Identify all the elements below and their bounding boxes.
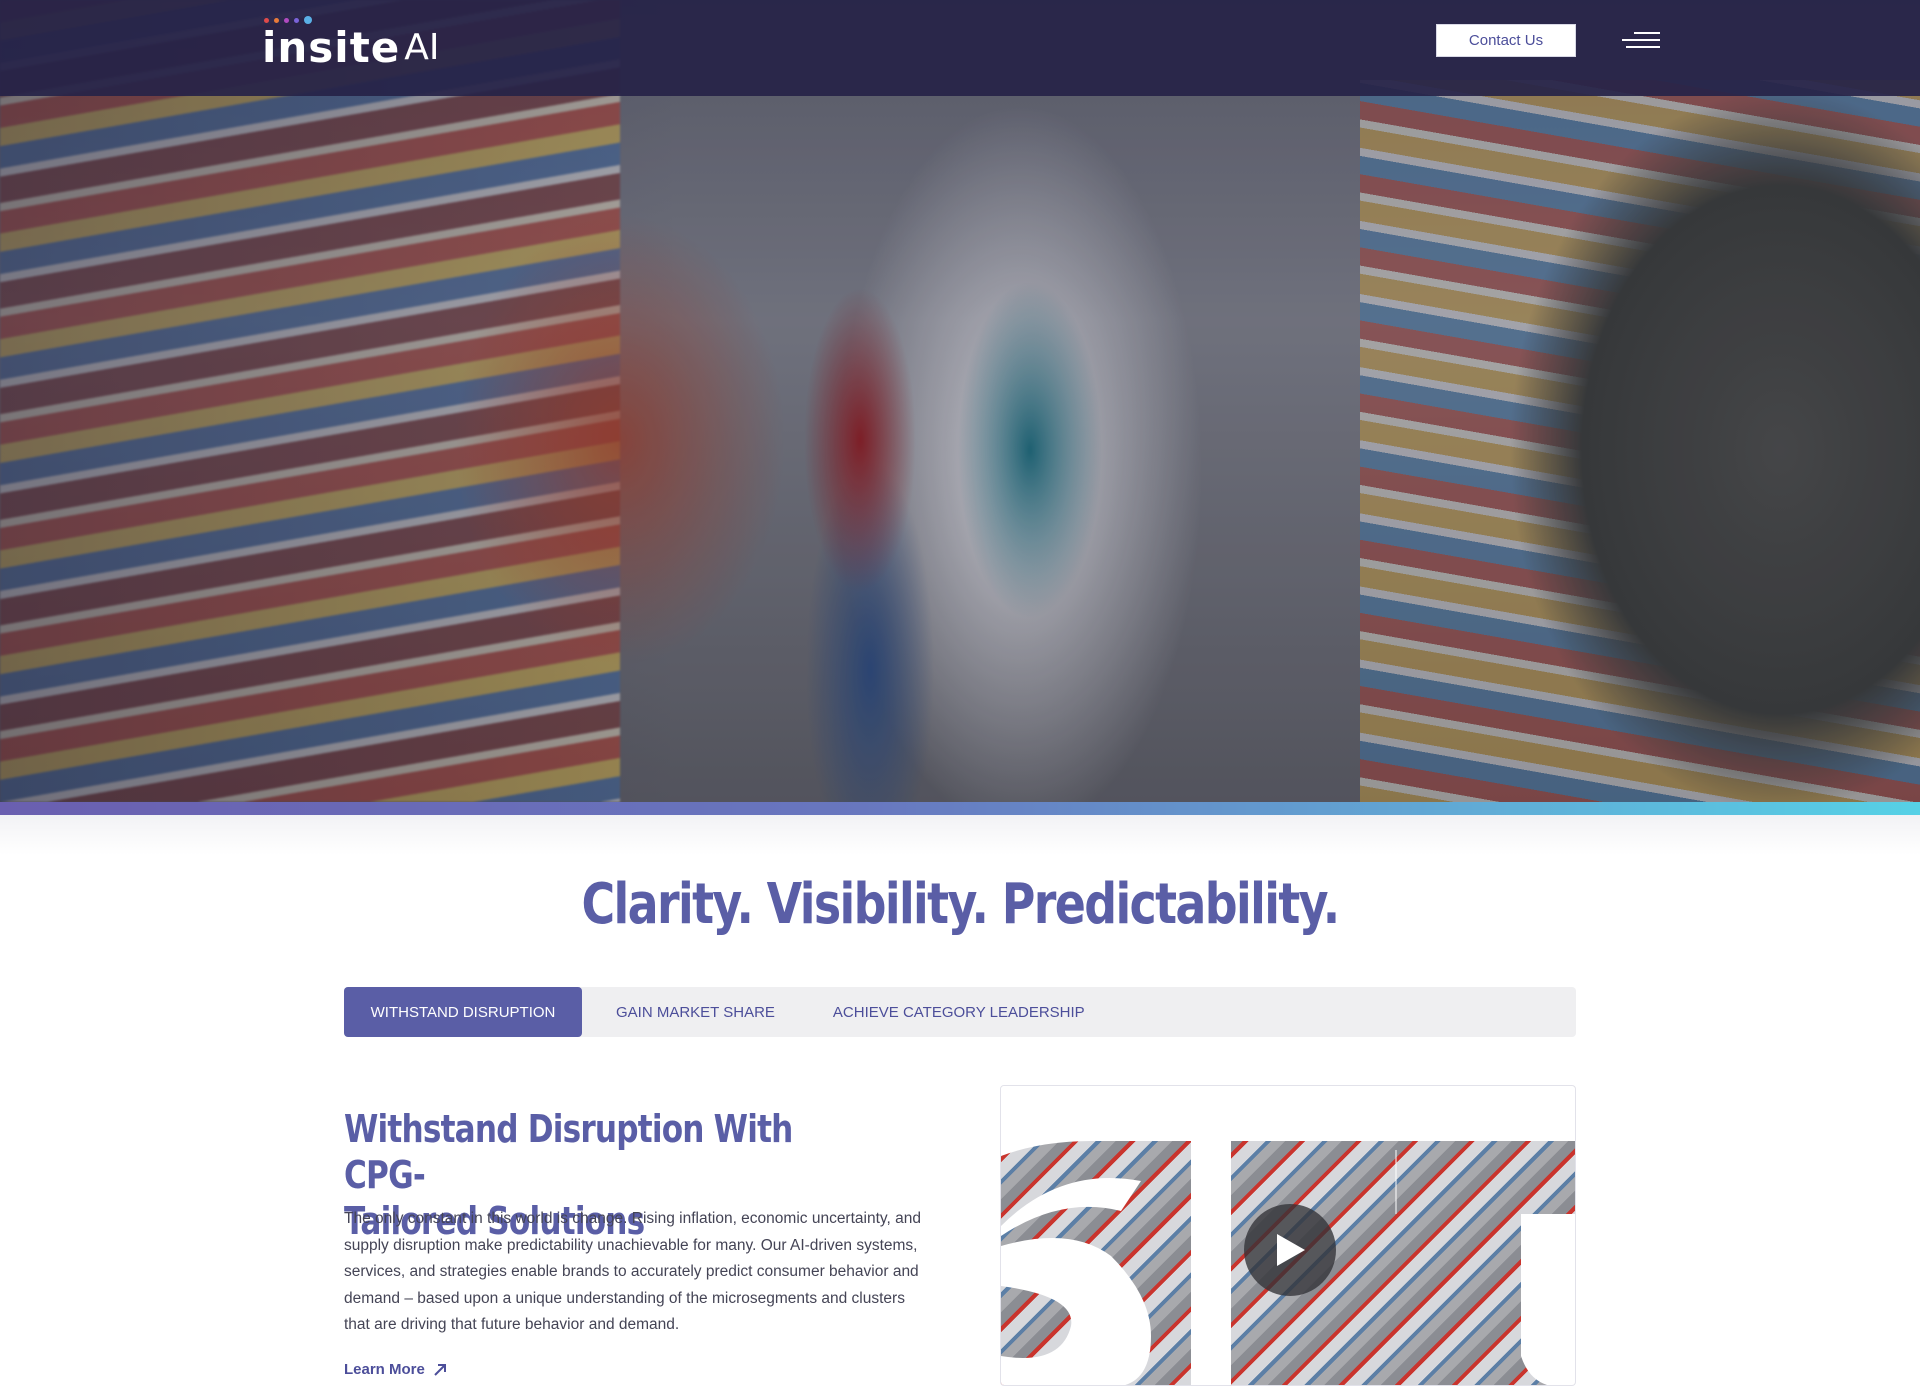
logo-wordmark: insite	[262, 23, 401, 72]
tab-gain-market-share[interactable]: GAIN MARKET SHARE	[592, 987, 799, 1037]
play-button[interactable]	[1244, 1204, 1336, 1296]
gradient-divider	[0, 802, 1920, 815]
video-card[interactable]	[1000, 1085, 1576, 1386]
insiteai-logo[interactable]: insite AI	[262, 16, 440, 72]
arrow-up-right-icon	[434, 1363, 446, 1376]
section-body: The only constant in this world is chang…	[344, 1210, 921, 1333]
learn-more-label: Learn More	[344, 1361, 425, 1378]
learn-more-link[interactable]: Learn More	[344, 1361, 447, 1378]
solution-tabs: WITHSTAND DISRUPTION GAIN MARKET SHARE A…	[344, 987, 1576, 1037]
contact-us-button[interactable]: Contact Us	[1436, 24, 1576, 57]
hamburger-menu-icon[interactable]	[1622, 30, 1660, 50]
page-headline: Clarity. Visibility. Predictability.	[581, 872, 1340, 937]
top-navigation: insite AI Contact Us	[0, 0, 1920, 96]
play-icon	[1277, 1234, 1305, 1266]
hero-image	[0, 0, 1920, 802]
logo-dots	[264, 16, 312, 24]
logo-suffix: AI	[404, 27, 440, 68]
tab-withstand-disruption[interactable]: WITHSTAND DISRUPTION	[344, 987, 582, 1037]
tab-achieve-category-leadership[interactable]: ACHIEVE CATEGORY LEADERSHIP	[809, 987, 1109, 1037]
